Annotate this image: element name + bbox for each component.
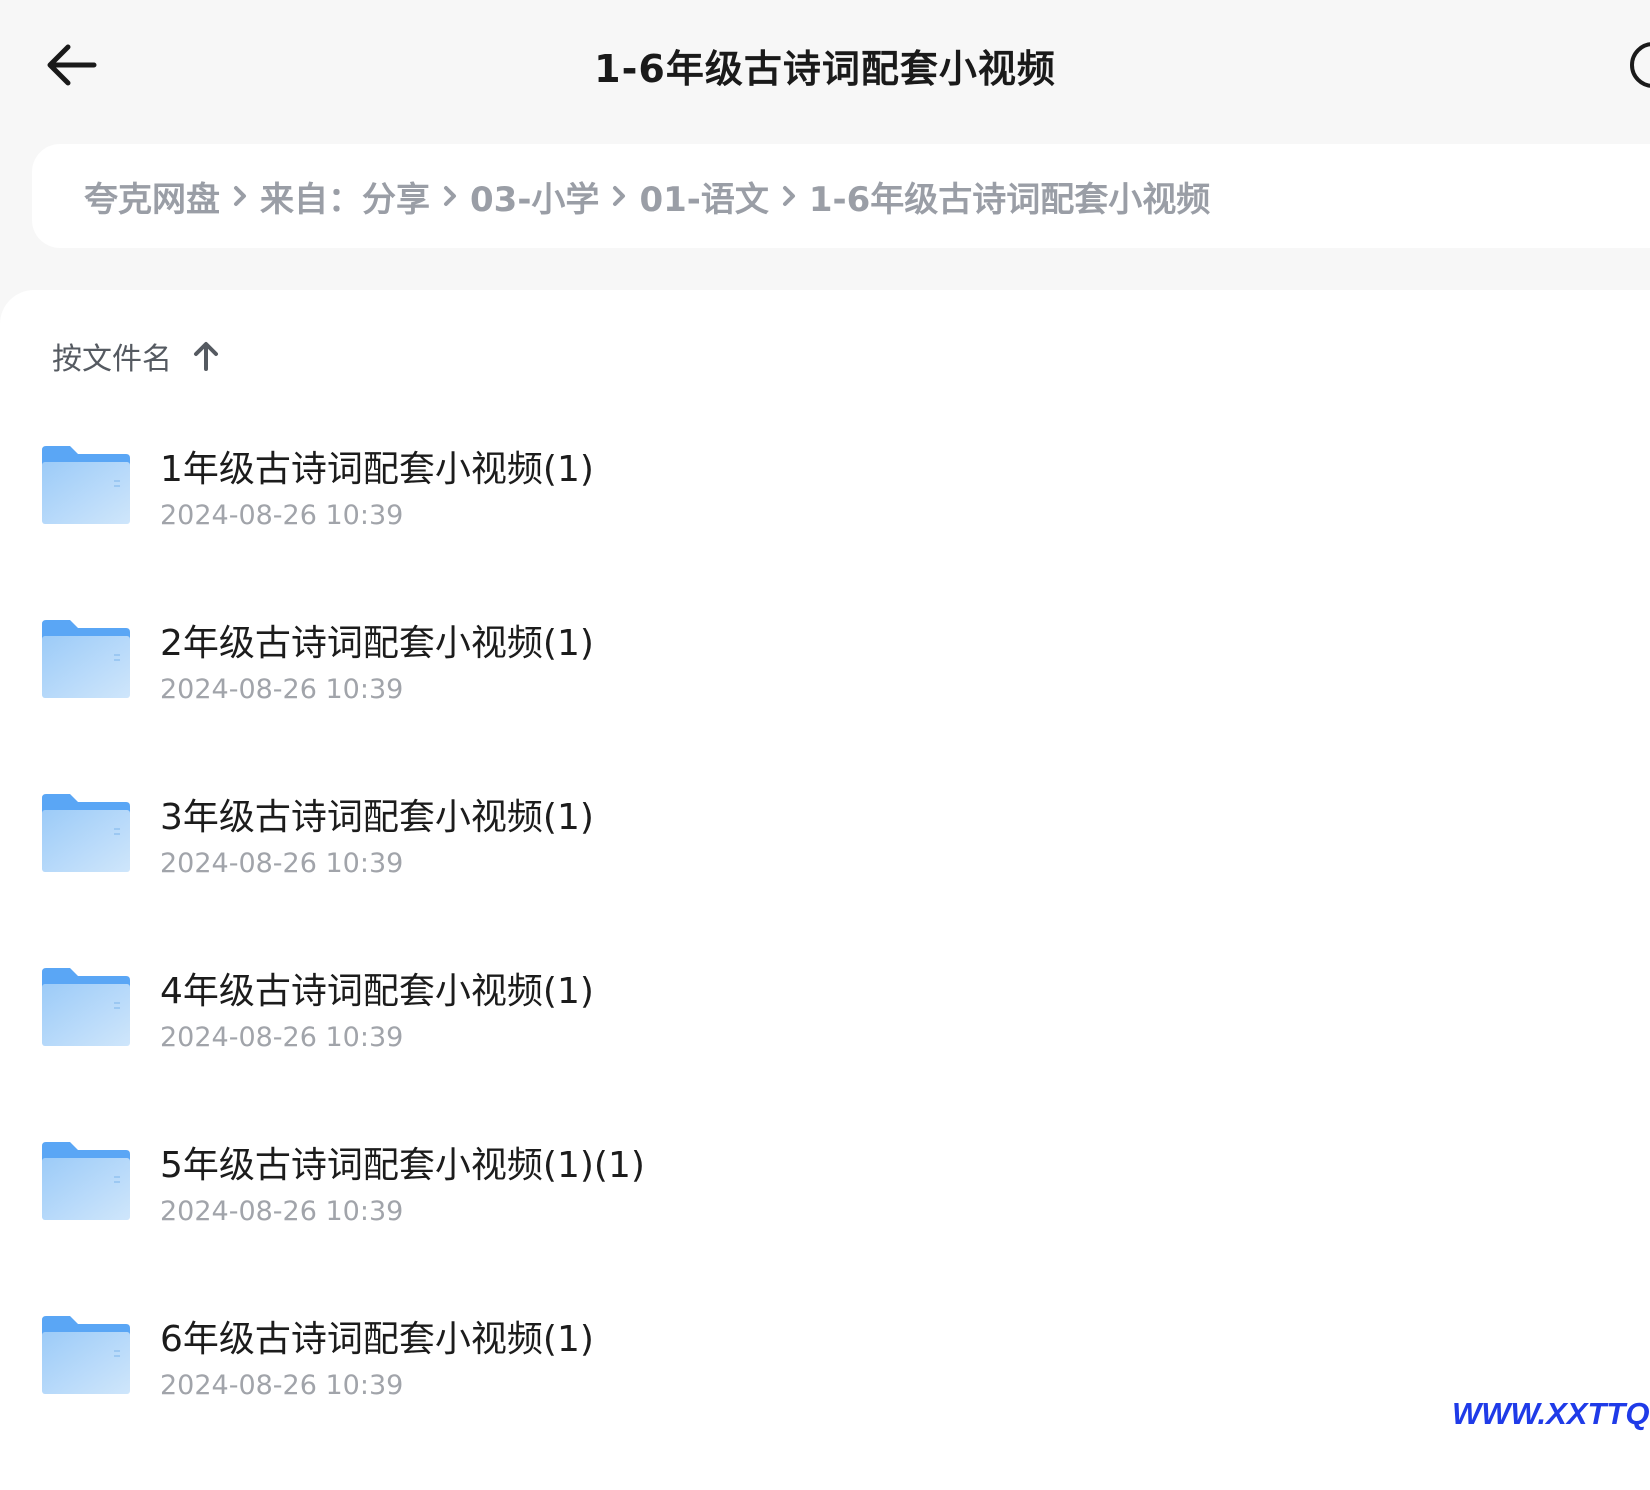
file-name: 3年级古诗词配套小视频(1) xyxy=(160,797,594,838)
list-item[interactable]: 2年级古诗词配套小视频(1) 2024-08-26 10:39 xyxy=(0,594,1650,768)
breadcrumb-item-chinese[interactable]: 01-语文 xyxy=(639,172,768,221)
folder-icon xyxy=(42,1316,130,1394)
watermark-text: WWW.XXTTQ.COM xyxy=(1452,1396,1650,1431)
file-date: 2024-08-26 10:39 xyxy=(160,1370,404,1401)
chevron-right-icon xyxy=(599,184,639,208)
list-item[interactable]: 1年级古诗词配套小视频(1) 2024-08-26 10:39 xyxy=(0,420,1650,594)
sort-by-name-button[interactable]: 按文件名 xyxy=(52,334,220,378)
file-date: 2024-08-26 10:39 xyxy=(160,674,404,705)
file-date: 2024-08-26 10:39 xyxy=(160,500,404,531)
page-title: 1-6年级古诗词配套小视频 xyxy=(594,47,1056,91)
file-name: 2年级古诗词配套小视频(1) xyxy=(160,623,594,664)
top-bar: 1-6年级古诗词配套小视频 xyxy=(0,0,1650,130)
file-name: 1年级古诗词配套小视频(1) xyxy=(160,449,594,490)
breadcrumb-item-root[interactable]: 夸克网盘 xyxy=(84,172,220,221)
list-item[interactable]: 6年级古诗词配套小视频(1) 2024-08-26 10:39 xyxy=(0,1290,1650,1464)
file-name: 5年级古诗词配套小视频(1)(1) xyxy=(160,1145,645,1186)
breadcrumb-item-share[interactable]: 来自：分享 xyxy=(260,172,430,221)
breadcrumb-item-primary[interactable]: 03-小学 xyxy=(470,172,599,221)
chevron-right-icon xyxy=(430,184,470,208)
file-date: 2024-08-26 10:39 xyxy=(160,1022,404,1053)
file-list: 1年级古诗词配套小视频(1) 2024-08-26 10:39 2年级古诗词配套… xyxy=(0,420,1650,1464)
file-list-panel: 按文件名 1年级古诗词配套小视频(1) 2024-08-26 10:39 2年级… xyxy=(0,290,1650,1490)
file-name: 6年级古诗词配套小视频(1) xyxy=(160,1319,594,1360)
list-item[interactable]: 4年级古诗词配套小视频(1) 2024-08-26 10:39 xyxy=(0,942,1650,1116)
folder-icon xyxy=(42,794,130,872)
folder-icon xyxy=(42,968,130,1046)
more-icon xyxy=(1630,42,1650,88)
arrow-up-icon xyxy=(192,340,220,372)
more-button[interactable] xyxy=(1628,40,1650,90)
file-date: 2024-08-26 10:39 xyxy=(160,848,404,879)
breadcrumb-item-current[interactable]: 1-6年级古诗词配套小视频 xyxy=(809,172,1210,221)
folder-icon xyxy=(42,620,130,698)
folder-icon xyxy=(42,1142,130,1220)
file-date: 2024-08-26 10:39 xyxy=(160,1196,404,1227)
list-item[interactable]: 5年级古诗词配套小视频(1)(1) 2024-08-26 10:39 xyxy=(0,1116,1650,1290)
list-item[interactable]: 3年级古诗词配套小视频(1) 2024-08-26 10:39 xyxy=(0,768,1650,942)
folder-icon xyxy=(42,446,130,524)
breadcrumb: 夸克网盘 来自：分享 03-小学 01-语文 1-6年级古诗词配套小视频 xyxy=(32,144,1650,248)
chevron-right-icon xyxy=(769,184,809,208)
sort-label: 按文件名 xyxy=(52,342,172,377)
chevron-right-icon xyxy=(220,184,260,208)
file-name: 4年级古诗词配套小视频(1) xyxy=(160,971,594,1012)
